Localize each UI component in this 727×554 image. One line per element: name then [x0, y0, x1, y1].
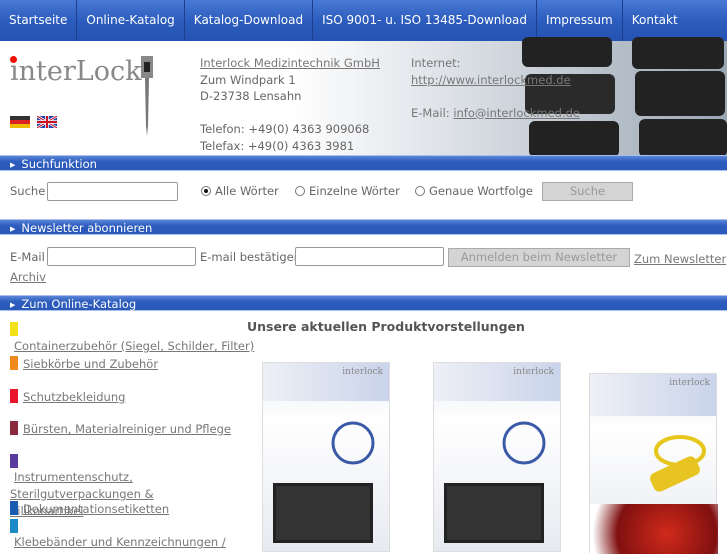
german-flag-icon[interactable] [10, 116, 30, 128]
radio-exact-phrase[interactable] [415, 186, 425, 196]
radio-all-words[interactable] [201, 186, 211, 196]
nav-katalog-download[interactable]: Katalog-Download [185, 0, 314, 41]
english-flag-icon[interactable] [37, 116, 57, 128]
internet-label: Internet: [411, 56, 461, 70]
section-title: Suchfunktion [21, 157, 97, 171]
category-color-icon [10, 322, 18, 336]
catalog-section-header: ▶ Zum Online-Katalog [0, 295, 727, 311]
fax: Telefax: +49(0) 4363 3981 [200, 138, 355, 153]
nav-online-katalog[interactable]: Online-Katalog [77, 0, 185, 41]
newsletter-archive-link[interactable]: Zum Newsletter Archiv [10, 250, 727, 286]
search-section-header: ▶ Suchfunktion [0, 155, 727, 171]
nav-kontakt[interactable]: Kontakt [623, 0, 687, 41]
category-link[interactable]: Siebkörbe und Zubehör [23, 357, 158, 371]
nav-iso-download[interactable]: ISO 9001- u. ISO 13485-Download [313, 0, 538, 41]
radio-label: Einzelne Wörter [309, 184, 400, 198]
company-link[interactable]: Interlock Medizintechnik GmbH [200, 56, 380, 70]
radio-label: Genaue Wortfolge [429, 184, 533, 198]
product-flyer-3[interactable]: interlock [589, 373, 718, 554]
interlock-logo[interactable]: interLock [10, 56, 141, 87]
search-button[interactable]: Suche [542, 182, 633, 201]
arrow-icon: ▶ [10, 161, 16, 169]
contact-info: Internet: http://www.interlockmed.de E-M… [411, 55, 580, 121]
products-title: Unsere aktuellen Produktvorstellungen [247, 319, 525, 334]
category-link[interactable]: Dokumentationsetiketten [23, 502, 169, 516]
city: D-23738 Lensahn [200, 89, 302, 103]
website-link[interactable]: http://www.interlockmed.de [411, 73, 571, 87]
phone: Telefon: +49(0) 4363 909068 [200, 122, 370, 136]
category-link[interactable]: Containerzubehör (Siegel, Schilder, Filt… [14, 339, 254, 353]
company-address: Interlock Medizintechnik GmbH Zum Windpa… [200, 55, 380, 154]
email-link[interactable]: info@interlockmed.de [453, 106, 580, 120]
cable-image [331, 421, 375, 465]
radio-label: Alle Wörter [215, 184, 279, 198]
search-input[interactable] [47, 182, 178, 201]
category-link[interactable]: Schutzbekleidung [23, 390, 125, 404]
nav-startseite[interactable]: Startseite [0, 0, 78, 41]
cable-image [502, 421, 546, 465]
search-label: Suche [10, 184, 46, 198]
arrow-icon: ▶ [10, 301, 16, 309]
section-title: Zum Online-Katalog [21, 297, 137, 311]
product-flyer-1[interactable]: interlock [262, 362, 390, 552]
category-color-icon [10, 421, 18, 435]
category-link[interactable]: Klebebänder und Kennzeichnungen / [14, 535, 226, 549]
nav-impressum[interactable]: Impressum [537, 0, 623, 41]
arrow-icon: ▶ [10, 225, 16, 233]
category-color-icon [10, 501, 18, 515]
radio-single-words[interactable] [295, 186, 305, 196]
category-color-icon [10, 389, 18, 403]
section-title: Newsletter abonnieren [21, 221, 153, 235]
newsletter-section-header: ▶ Newsletter abonnieren [0, 219, 727, 235]
header: interLock Interlock Medizintechnik GmbH … [0, 37, 727, 157]
needle-logo-icon [141, 56, 153, 136]
product-flyer-2[interactable]: interlock [433, 362, 561, 552]
category-color-icon [10, 454, 18, 468]
category-color-icon [10, 519, 18, 533]
category-color-icon [10, 356, 18, 370]
street: Zum Windpark 1 [200, 72, 296, 87]
category-link[interactable]: Bürsten, Materialreiniger und Pflege [23, 422, 231, 436]
email-label: E-Mail: [411, 105, 450, 120]
main-nav: Startseite Online-Katalog Katalog-Downlo… [0, 0, 727, 41]
